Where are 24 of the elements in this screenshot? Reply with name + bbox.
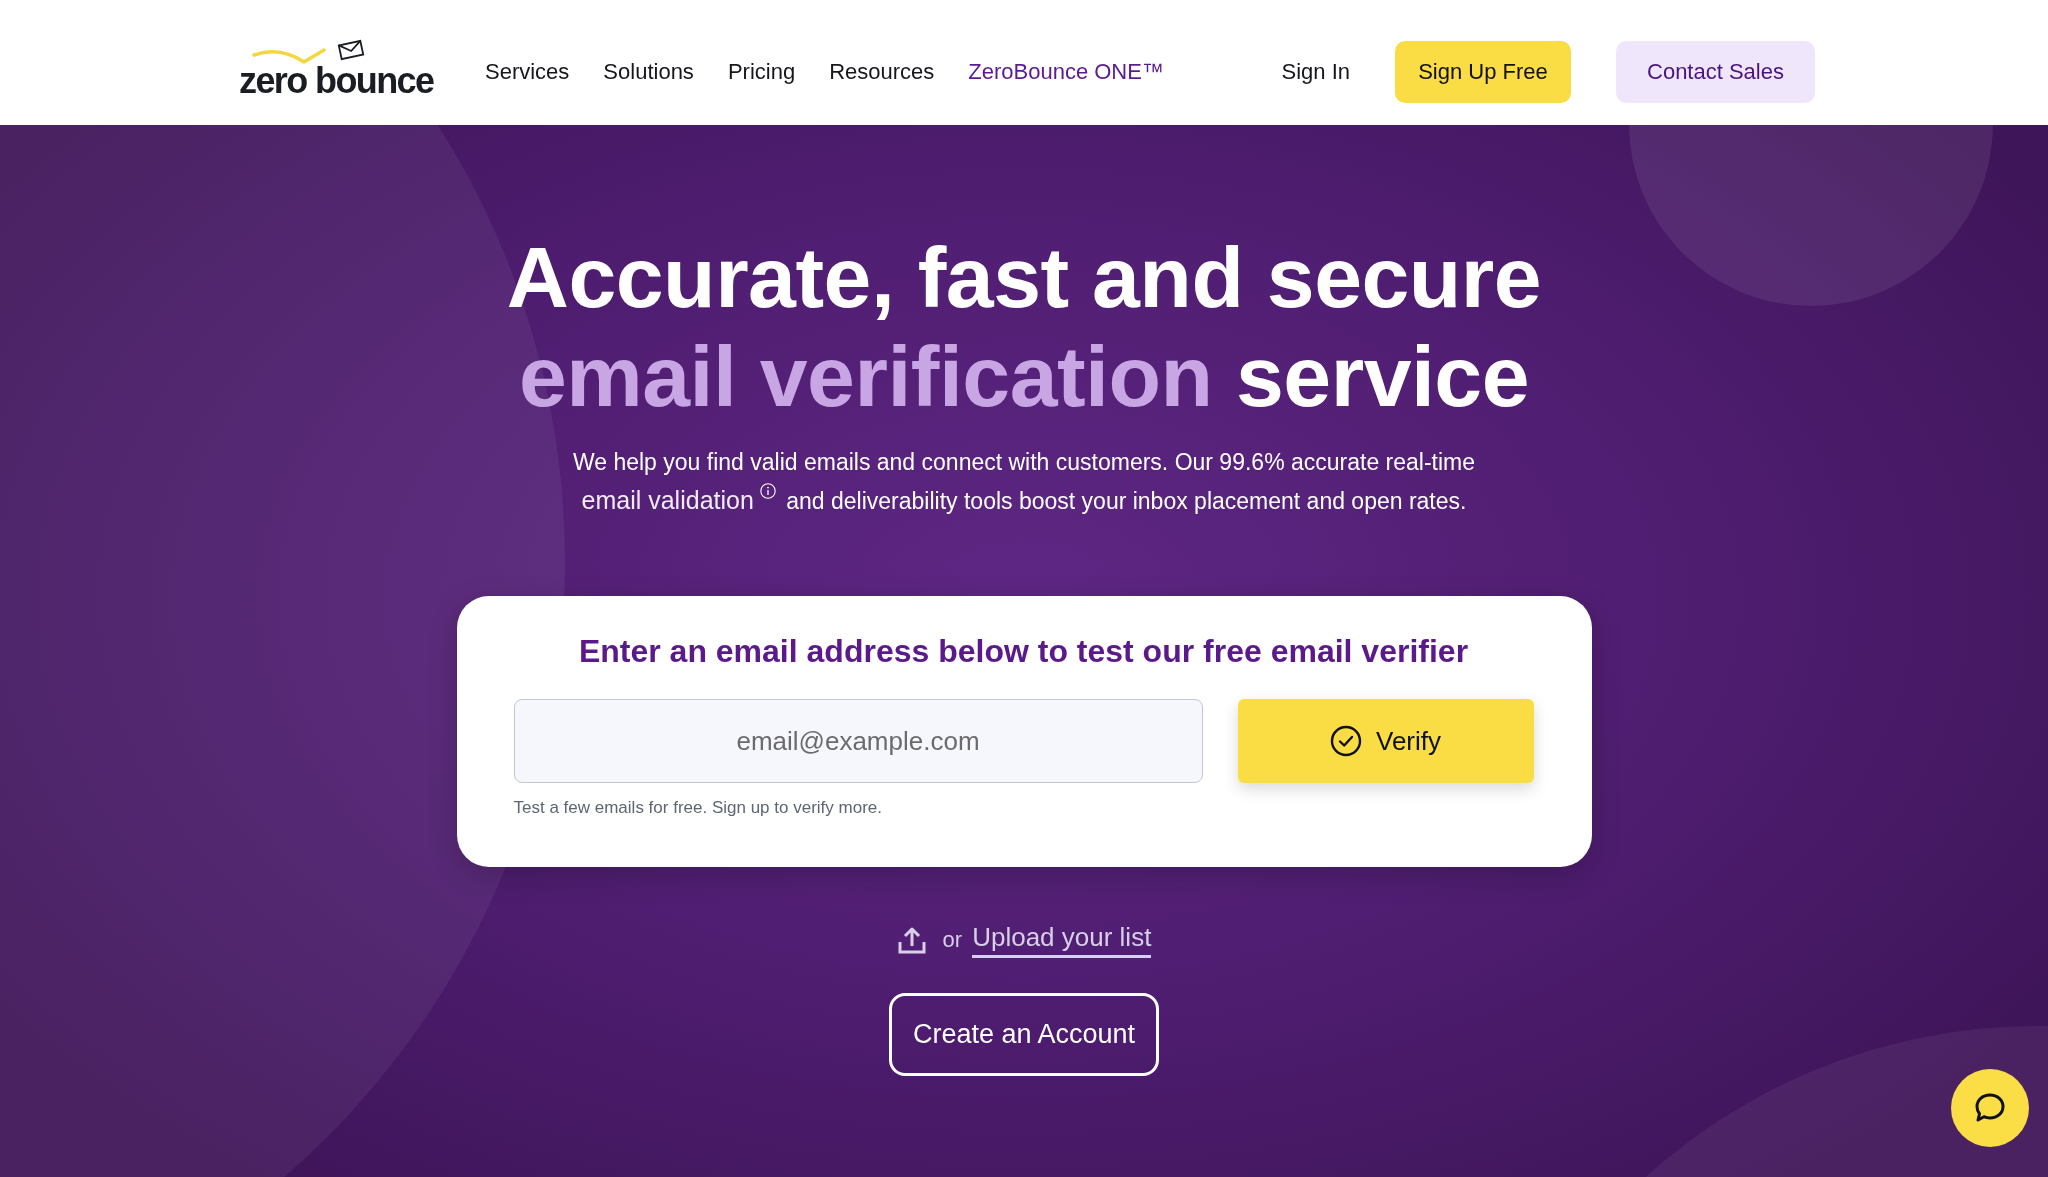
nav-link[interactable]: ZeroBounce ONE™ <box>968 58 1164 85</box>
sign-in-link[interactable]: Sign In <box>1281 58 1350 85</box>
envelope-icon <box>337 38 365 61</box>
verifier-hint: Test a few emails for free. Sign up to verify more. <box>513 798 883 818</box>
nav-link[interactable]: Solutions <box>603 58 694 85</box>
check-circle-icon <box>1330 725 1362 757</box>
create-account-button[interactable]: Create an Account <box>889 993 1159 1076</box>
nav-link[interactable]: Pricing <box>727 58 796 85</box>
sign-up-button[interactable]: Sign Up Free <box>1395 40 1571 103</box>
nav-link[interactable]: Resources <box>829 58 935 85</box>
email-input-field[interactable]: email@example.com <box>513 699 1203 783</box>
hero-headline: Accurate, fast and secure email verification service <box>506 228 1542 426</box>
contact-sales-button[interactable]: Contact Sales <box>1616 40 1815 103</box>
logo-wordmark: zero bounce <box>239 62 435 99</box>
verify-button[interactable]: Verify <box>1237 699 1534 783</box>
email-validation-link[interactable]: email validation <box>581 486 754 514</box>
verifier-title: Enter an email address below to test our free email verifier <box>577 632 1470 671</box>
nav-link[interactable]: Services <box>485 58 570 85</box>
hero-description: We help you find valid emails and connect with customers. Our 99.6% accurate real-time email validation and deliverability tools boost your inbox placement and open rates. <box>571 448 1477 516</box>
info-icon[interactable] <box>759 483 776 499</box>
or-label: or <box>942 927 963 953</box>
upload-list-link[interactable]: Upload your list <box>972 922 1152 958</box>
upload-icon <box>896 925 927 955</box>
logo-swoosh-icon <box>252 46 326 67</box>
